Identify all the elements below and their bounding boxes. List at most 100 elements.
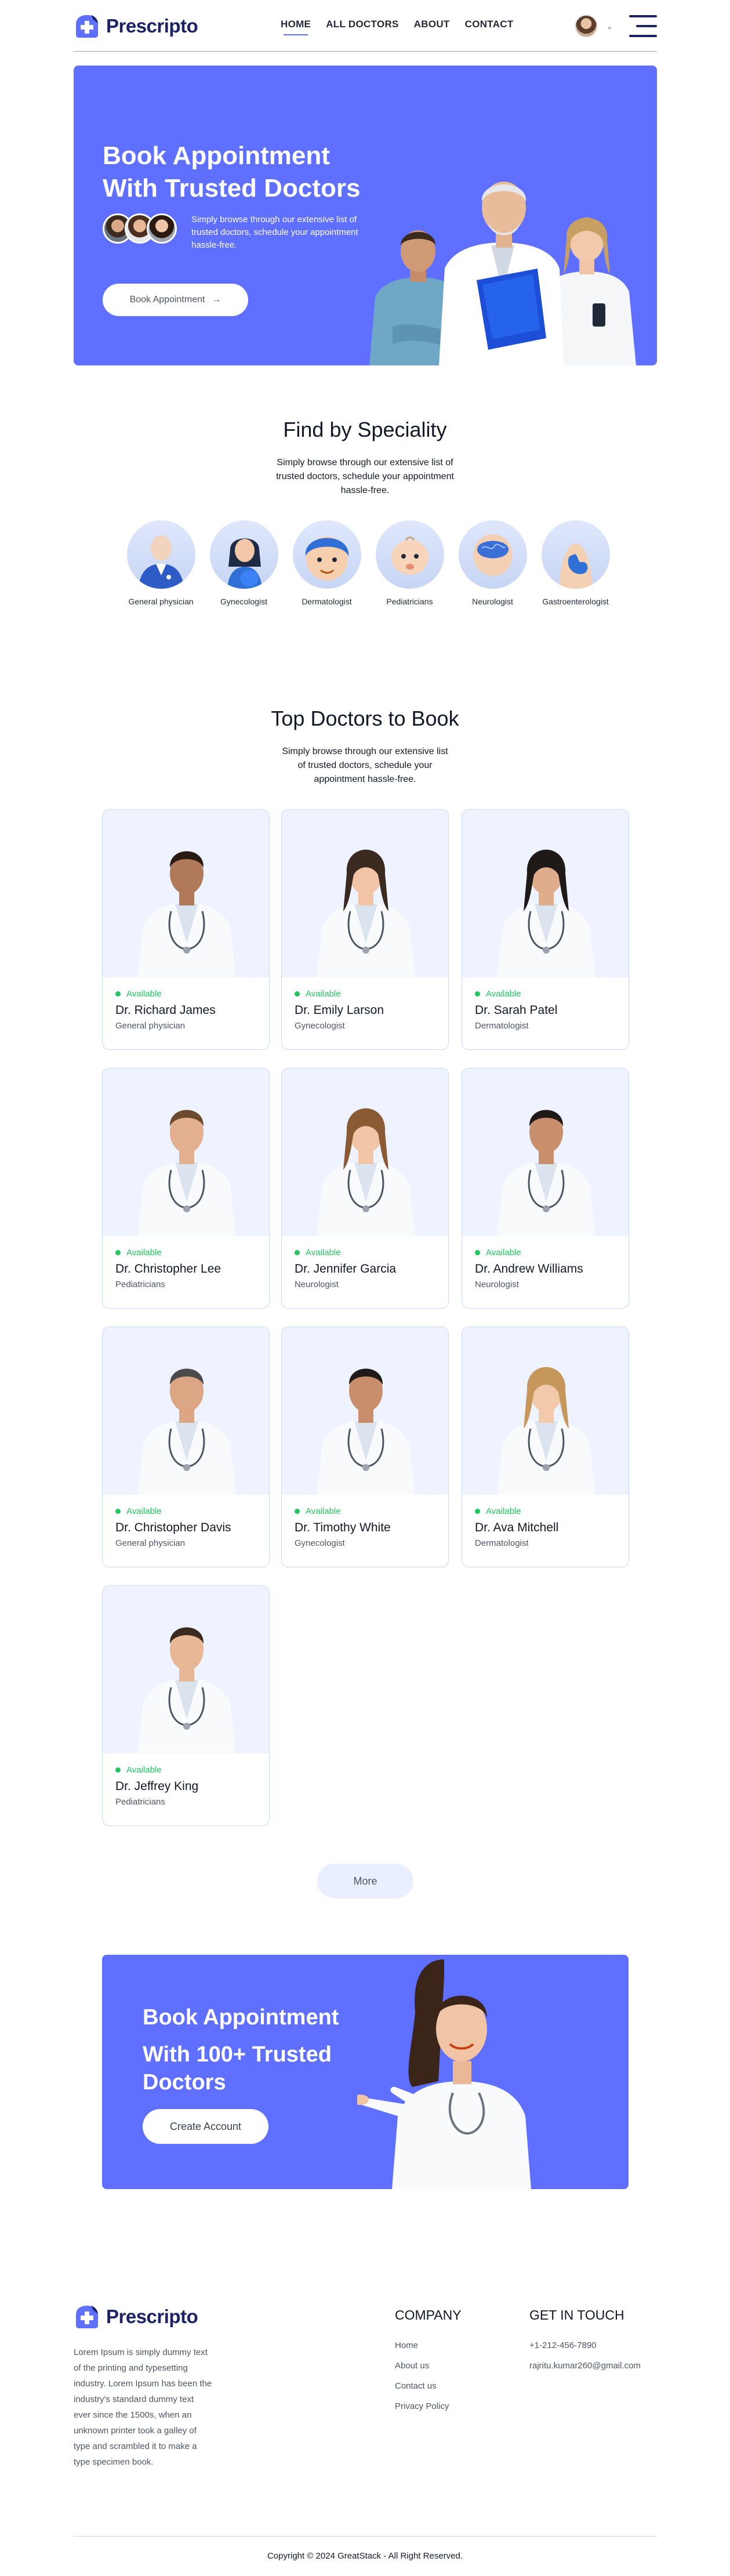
availability-label: Available (486, 989, 521, 999)
footer-phone[interactable]: +1-212-456-7890 (529, 2340, 641, 2361)
dermatologist-icon (292, 520, 361, 589)
copyright: Copyright © 2024 GreatStack - All Right … (267, 2551, 463, 2561)
status-dot-icon (115, 1509, 121, 1514)
speciality-general-physician[interactable]: General physician (122, 520, 200, 606)
hero-avatar-group (103, 213, 177, 244)
availability-label: Available (306, 989, 341, 999)
footer-contact-list: +1-212-456-7890 rajritu.kumar260@gmail.c… (529, 2340, 641, 2381)
nav-contact[interactable]: CONTACT (465, 19, 514, 30)
nav-about[interactable]: ABOUT (414, 19, 450, 30)
doctor-card[interactable]: Available Dr. Richard James General phys… (102, 809, 270, 1050)
doctor-speciality: Neurologist (475, 1280, 519, 1289)
logo-text: Prescripto (106, 2306, 198, 2327)
doctor-card[interactable]: Available Dr. Timothy White Gynecologist (281, 1327, 449, 1567)
logo-icon (76, 2306, 98, 2328)
doctor-speciality: General physician (115, 1538, 186, 1548)
doctor-card[interactable]: Available Dr. Jennifer Garcia Neurologis… (281, 1068, 449, 1309)
availability-status: Available (115, 989, 256, 999)
doctor-speciality: General physician (115, 1021, 186, 1031)
availability-label: Available (126, 1248, 162, 1258)
navbar: Prescripto HOME ALL DOCTORS ABOUT CONTAC… (74, 10, 657, 42)
gastroenterologist-icon (541, 520, 610, 589)
more-button[interactable]: More (317, 1864, 413, 1899)
status-dot-icon (475, 991, 480, 997)
logo[interactable]: Prescripto (74, 13, 198, 39)
top-doctors-subtitle-wrap: Simply browse through our extensive list… (0, 745, 730, 787)
cta-banner: Book Appointment With 100+ Trusted Docto… (102, 1955, 629, 2189)
doctor-photo (462, 810, 629, 977)
avatar (147, 213, 177, 244)
doctor-photo (282, 1068, 448, 1236)
footer-email[interactable]: rajritu.kumar260@gmail.com (529, 2361, 641, 2381)
hero-title: Book Appointment With Trusted Doctors (103, 142, 361, 202)
status-dot-icon (295, 1509, 300, 1514)
doctor-card[interactable]: Available Dr. Ava Mitchell Dermatologist (462, 1327, 629, 1567)
footer-company-links: Home About us Contact us Privacy Policy (395, 2340, 449, 2422)
doctor-name: Dr. Timothy White (295, 1521, 391, 1534)
speciality-pediatricians[interactable]: Pediatricians (371, 520, 449, 606)
speciality-subtitle: Simply browse through our extensive list… (276, 458, 454, 495)
footer-link-about[interactable]: About us (395, 2361, 449, 2381)
doctor-card[interactable]: Available Dr. Andrew Williams Neurologis… (462, 1068, 629, 1309)
speciality-list: General physician Gynecologist Dermatolo… (122, 520, 615, 606)
availability-status: Available (295, 989, 435, 999)
availability-label: Available (126, 1765, 162, 1775)
availability-status: Available (475, 1248, 616, 1258)
footer-link-privacy[interactable]: Privacy Policy (395, 2401, 449, 2422)
speciality-label: Pediatricians (386, 597, 433, 606)
book-appointment-button[interactable]: Book Appointment → (103, 284, 248, 316)
create-account-button[interactable]: Create Account (143, 2109, 268, 2144)
availability-label: Available (486, 1506, 521, 1516)
user-avatar[interactable] (575, 15, 598, 38)
availability-label: Available (306, 1506, 341, 1516)
page: Prescripto HOME ALL DOCTORS ABOUT CONTAC… (0, 0, 730, 2576)
doctor-card[interactable]: Available Dr. Jeffrey King Pediatricians (102, 1585, 270, 1826)
doctor-photo (462, 1327, 629, 1495)
button-label: Book Appointment (129, 295, 205, 305)
general-physician-icon (126, 520, 195, 589)
speciality-label: Dermatologist (302, 597, 352, 606)
nav-all-doctors[interactable]: ALL DOCTORS (326, 19, 398, 30)
speciality-label: General physician (128, 597, 194, 606)
doctor-name: Dr. Jennifer Garcia (295, 1262, 397, 1276)
footer-company-title: COMPANY (395, 2307, 462, 2323)
doctor-photo (103, 1327, 269, 1495)
footer-link-home[interactable]: Home (395, 2340, 449, 2361)
banner-title-line1: Book Appointment (143, 2005, 339, 2030)
availability-status: Available (295, 1506, 435, 1516)
speciality-gynecologist[interactable]: Gynecologist (205, 520, 283, 606)
doctor-photo (282, 810, 448, 977)
logo-icon (76, 15, 98, 38)
nav-home[interactable]: HOME (281, 19, 311, 35)
status-dot-icon (115, 1250, 121, 1255)
availability-status: Available (115, 1765, 256, 1775)
footer-link-contact[interactable]: Contact us (395, 2381, 449, 2401)
availability-status: Available (475, 1506, 616, 1516)
status-dot-icon (475, 1250, 480, 1255)
status-dot-icon (115, 1767, 121, 1773)
doctor-card[interactable]: Available Dr. Christopher Davis General … (102, 1327, 270, 1567)
doctor-speciality: Dermatologist (475, 1021, 529, 1031)
speciality-gastroenterologist[interactable]: Gastroenterologist (536, 520, 615, 606)
speciality-neurologist[interactable]: Neurologist (453, 520, 532, 606)
chevron-down-icon[interactable]: ⌄ (606, 21, 613, 31)
doctor-card[interactable]: Available Dr. Sarah Patel Dermatologist (462, 809, 629, 1050)
menu-icon[interactable] (629, 15, 657, 37)
doctor-photo (103, 1586, 269, 1753)
doctor-card[interactable]: Available Dr. Christopher Lee Pediatrici… (102, 1068, 270, 1309)
doctor-name: Dr. Ava Mitchell (475, 1521, 559, 1534)
availability-label: Available (126, 989, 162, 999)
doctor-card[interactable]: Available Dr. Emily Larson Gynecologist (281, 809, 449, 1050)
banner-title-line2: With 100+ Trusted Doctors (143, 2042, 332, 2095)
nav-divider (74, 51, 657, 52)
footer-logo[interactable]: Prescripto (74, 2303, 198, 2330)
arrow-right-icon: → (212, 295, 221, 305)
availability-label: Available (306, 1248, 341, 1258)
gynecologist-icon (209, 520, 278, 589)
pediatrician-icon (375, 520, 444, 589)
top-doctors-title: Top Doctors to Book (271, 707, 459, 730)
doctor-photo (282, 1327, 448, 1495)
main-menu: HOME ALL DOCTORS ABOUT CONTACT (281, 19, 514, 35)
doctor-name: Dr. Christopher Davis (115, 1521, 231, 1534)
speciality-dermatologist[interactable]: Dermatologist (288, 520, 366, 606)
